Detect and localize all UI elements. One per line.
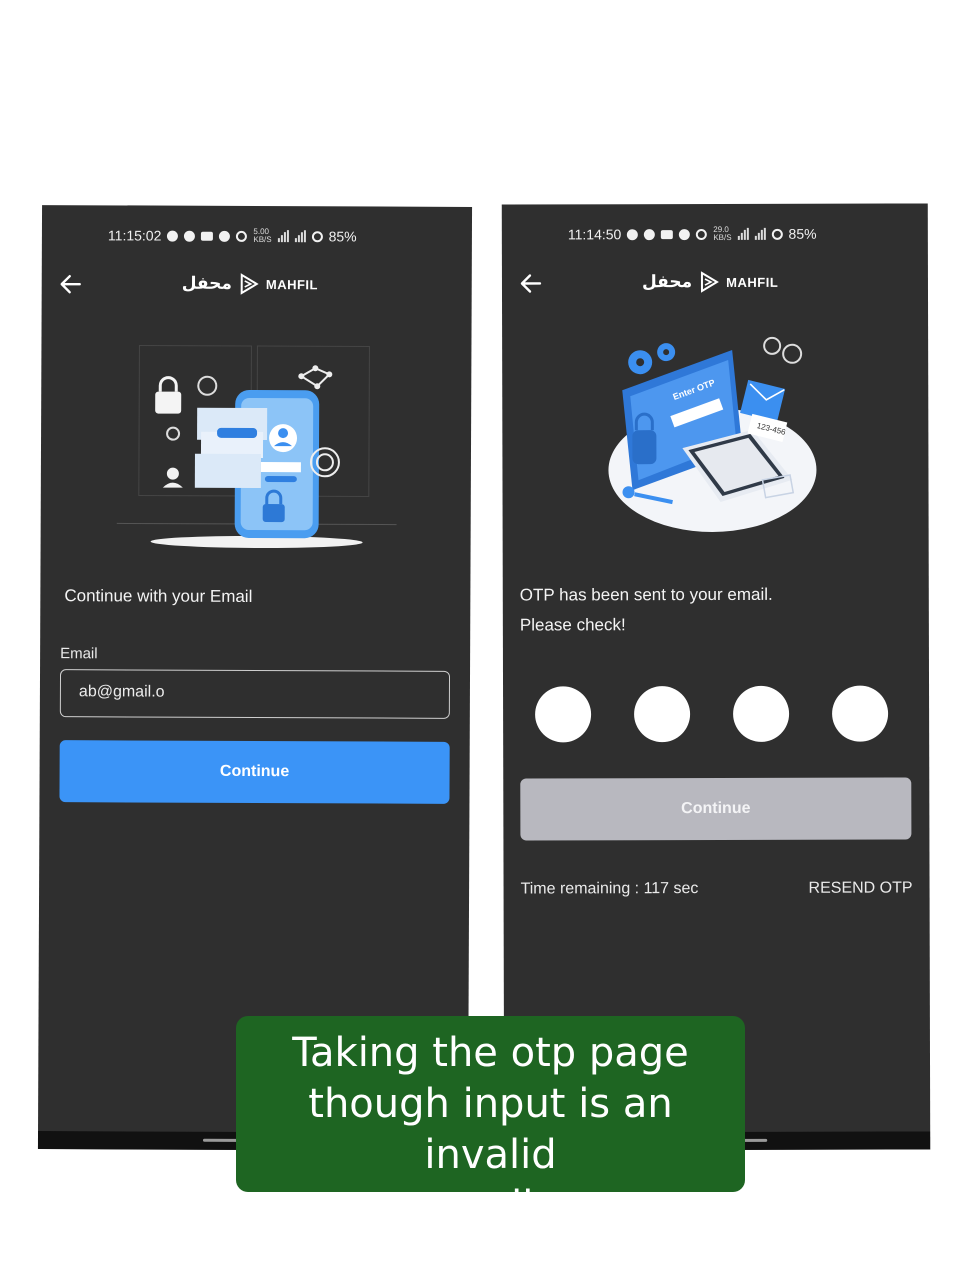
otp-illustration: Enter OTP 123-456: [602, 330, 833, 541]
brand-name: MAHFIL: [726, 274, 779, 290]
battery-icon: [771, 228, 783, 240]
timer-row: Time remaining : 117 sec RESEND OTP: [521, 879, 913, 898]
otp-input-group: [535, 685, 891, 745]
instagram-icon: [696, 228, 708, 240]
youtube-icon: [201, 231, 214, 241]
heading-line-1: OTP has been sent to your email.: [519, 584, 773, 605]
tiktok-icon: [679, 228, 691, 240]
caption-line-3: mail: [447, 1183, 534, 1229]
security-illustration: [116, 337, 398, 558]
messenger-icon: [627, 228, 639, 240]
net-speed: 29.0 KB/S: [713, 224, 732, 243]
brand-arabic: محفل: [641, 272, 693, 293]
facebook-icon: [184, 230, 196, 242]
page-heading: Continue with your Email: [64, 586, 253, 606]
email-screen: 11:15:02 5.00 KB/S 85% محفل MAHFIL Conti…: [37, 205, 473, 1151]
email-label: Email: [60, 645, 98, 663]
annotation-caption: Taking the otp page though input is an i…: [236, 1016, 745, 1229]
youtube-icon: [661, 229, 674, 239]
net-speed: 5.00 KB/S: [253, 226, 272, 245]
otp-digit-3[interactable]: [733, 685, 790, 742]
brand-arabic: محفل: [181, 273, 232, 294]
resend-otp-link[interactable]: RESEND OTP: [809, 879, 913, 897]
brand-name: MAHFIL: [265, 276, 319, 292]
otp-digit-1[interactable]: [535, 686, 592, 743]
caption-line-1: Taking the otp page: [292, 1030, 689, 1076]
instagram-icon: [236, 230, 248, 242]
brand-logo: محفل MAHFIL: [642, 268, 778, 296]
status-bar: 11:14:50 29.0 KB/S 85%: [568, 224, 817, 245]
email-field[interactable]: ab@gmail.o: [59, 669, 451, 719]
back-arrow-icon[interactable]: [58, 271, 84, 297]
play-logo-icon: [701, 271, 720, 293]
email-value: ab@gmail.o: [78, 683, 165, 701]
signal-4g-icon: [294, 230, 306, 243]
back-arrow-icon[interactable]: [518, 270, 544, 296]
facebook-icon: [644, 228, 656, 240]
battery-percent: 85%: [788, 225, 817, 242]
status-time: 11:14:50: [567, 226, 622, 243]
brand-logo: محفل MAHFIL: [182, 270, 318, 299]
continue-button[interactable]: Continue: [59, 740, 450, 804]
signal-icon: [277, 230, 289, 243]
battery-icon: [311, 230, 323, 242]
heading-line-2: Please check!: [519, 615, 626, 635]
status-bar: 11:15:02 5.00 KB/S 85%: [108, 225, 357, 246]
messenger-icon: [167, 230, 179, 242]
otp-digit-4[interactable]: [832, 685, 889, 742]
otp-digit-2[interactable]: [634, 686, 691, 743]
time-remaining: Time remaining : 117 sec: [520, 880, 699, 898]
signal-icon: [737, 227, 749, 240]
page-heading: OTP has been sent to your email. Please …: [520, 580, 900, 641]
battery-percent: 85%: [328, 228, 357, 245]
caption-line-2: though input is an invalid: [308, 1081, 673, 1178]
play-logo-icon: [240, 273, 259, 295]
signal-4g-icon: [754, 227, 766, 240]
status-time: 11:15:02: [107, 227, 162, 244]
tiktok-icon: [219, 230, 231, 242]
otp-screen: 11:14:50 29.0 KB/S 85% محفل MAHFIL Enter …: [501, 203, 931, 1151]
continue-button[interactable]: Continue: [520, 777, 912, 841]
